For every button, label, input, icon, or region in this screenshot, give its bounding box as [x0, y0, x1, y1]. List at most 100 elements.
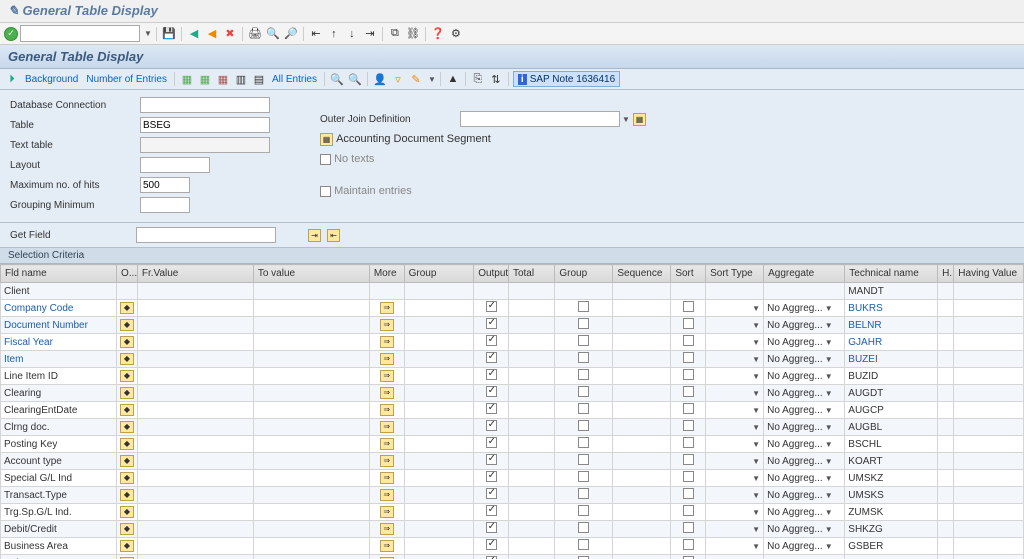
- output-chk[interactable]: [486, 335, 497, 346]
- group-chk[interactable]: [578, 369, 589, 380]
- option-icon[interactable]: ◆: [120, 421, 134, 433]
- getfield-btn2[interactable]: ⇤: [327, 229, 340, 242]
- group-cell[interactable]: [404, 351, 474, 368]
- table-row[interactable]: Transact.Type◆⇒▼No Aggreg...▼UMSKS: [1, 487, 1024, 504]
- first-page-icon[interactable]: ⇤: [308, 26, 324, 42]
- group-chk[interactable]: [578, 437, 589, 448]
- maintain-chk[interactable]: [320, 186, 331, 197]
- group-cell[interactable]: [404, 368, 474, 385]
- back-icon[interactable]: ◀: [186, 26, 202, 42]
- field-name[interactable]: Item: [4, 354, 23, 365]
- zoom-out-icon[interactable]: 🔍: [347, 71, 363, 87]
- command-input[interactable]: [20, 25, 140, 42]
- col-total[interactable]: Total: [508, 265, 554, 283]
- save-icon[interactable]: 💾: [161, 26, 177, 42]
- seq-cell[interactable]: [613, 453, 671, 470]
- getfield-btn1[interactable]: ⇥: [308, 229, 321, 242]
- output-chk[interactable]: [486, 386, 497, 397]
- group-chk[interactable]: [578, 403, 589, 414]
- shortcut-icon[interactable]: ⛓: [405, 26, 421, 42]
- more-icon[interactable]: ⇒: [380, 336, 394, 348]
- sorttype-dd[interactable]: ▼: [750, 355, 760, 364]
- table-row[interactable]: Clearing◆⇒▼No Aggreg...▼AUGDT: [1, 385, 1024, 402]
- up-icon[interactable]: ▲: [445, 71, 461, 87]
- table-row[interactable]: Clrng doc.◆⇒▼No Aggreg...▼AUGBL: [1, 419, 1024, 436]
- table-row[interactable]: Document Number◆⇒▼No Aggreg...▼BELNR: [1, 317, 1024, 334]
- more-icon[interactable]: ⇒: [380, 421, 394, 433]
- agg-dd[interactable]: ▼: [823, 423, 833, 432]
- table-row[interactable]: ClientMANDT: [1, 283, 1024, 300]
- sort-chk[interactable]: [683, 386, 694, 397]
- cancel-icon[interactable]: ✖: [222, 26, 238, 42]
- find-icon[interactable]: 🔍: [265, 26, 281, 42]
- tb-icon-3[interactable]: ▦: [215, 71, 231, 87]
- tovalue-cell[interactable]: [253, 402, 369, 419]
- group-chk[interactable]: [578, 318, 589, 329]
- agg-dd[interactable]: ▼: [823, 491, 833, 500]
- group-chk[interactable]: [578, 335, 589, 346]
- agg-dd[interactable]: ▼: [823, 372, 833, 381]
- background-link[interactable]: Background: [22, 74, 81, 85]
- table-row[interactable]: Account type◆⇒▼No Aggreg...▼KOART: [1, 453, 1024, 470]
- sort-chk[interactable]: [683, 488, 694, 499]
- option-icon[interactable]: ◆: [120, 370, 134, 382]
- sort-chk[interactable]: [683, 318, 694, 329]
- command-dropdown[interactable]: ▼: [142, 29, 152, 38]
- group-chk[interactable]: [578, 301, 589, 312]
- tovalue-cell[interactable]: [253, 334, 369, 351]
- agg-dd[interactable]: ▼: [823, 406, 833, 415]
- group-cell[interactable]: [404, 283, 474, 300]
- frvalue-cell[interactable]: [137, 385, 253, 402]
- sort-chk[interactable]: [683, 301, 694, 312]
- option-icon[interactable]: ◆: [120, 387, 134, 399]
- tovalue-cell[interactable]: [253, 300, 369, 317]
- option-icon[interactable]: ◆: [120, 506, 134, 518]
- tovalue-cell[interactable]: [253, 436, 369, 453]
- exit-icon[interactable]: ◀: [204, 26, 220, 42]
- sort-chk[interactable]: [683, 454, 694, 465]
- tovalue-cell[interactable]: [253, 317, 369, 334]
- edit-icon2[interactable]: ✎: [408, 71, 424, 87]
- col-fr[interactable]: Fr.Value: [137, 265, 253, 283]
- help-icon[interactable]: ❓: [430, 26, 446, 42]
- sorttype-dd[interactable]: ▼: [750, 338, 760, 347]
- frvalue-cell[interactable]: [137, 368, 253, 385]
- all-entries-icon[interactable]: ▤: [251, 71, 267, 87]
- seq-cell[interactable]: [613, 538, 671, 555]
- table-row[interactable]: Company Code◆⇒▼No Aggreg...▼BUKRS: [1, 300, 1024, 317]
- table-row[interactable]: Trdg Part.BA◆⇒▼No Aggreg...▼PARGB: [1, 555, 1024, 559]
- frvalue-cell[interactable]: [137, 419, 253, 436]
- group-cell[interactable]: [404, 402, 474, 419]
- output-chk[interactable]: [486, 522, 497, 533]
- sort-chk[interactable]: [683, 505, 694, 516]
- ok-button[interactable]: ✓: [4, 27, 18, 41]
- group-cell[interactable]: [404, 453, 474, 470]
- agg-dd[interactable]: ▼: [823, 474, 833, 483]
- next-page-icon[interactable]: ↓: [344, 26, 360, 42]
- sorttype-dd[interactable]: ▼: [750, 423, 760, 432]
- seq-cell[interactable]: [613, 385, 671, 402]
- frvalue-cell[interactable]: [137, 317, 253, 334]
- seq-cell[interactable]: [613, 334, 671, 351]
- more-icon[interactable]: ⇒: [380, 353, 394, 365]
- tovalue-cell[interactable]: [253, 555, 369, 559]
- more-icon[interactable]: ⇒: [380, 302, 394, 314]
- seq-cell[interactable]: [613, 300, 671, 317]
- sorttype-dd[interactable]: ▼: [750, 542, 760, 551]
- frvalue-cell[interactable]: [137, 436, 253, 453]
- seq-cell[interactable]: [613, 419, 671, 436]
- sort-chk[interactable]: [683, 352, 694, 363]
- table-row[interactable]: Special G/L Ind◆⇒▼No Aggreg...▼UMSKZ: [1, 470, 1024, 487]
- maxhits-input[interactable]: [140, 177, 190, 193]
- seq-cell[interactable]: [613, 504, 671, 521]
- sorttype-dd[interactable]: ▼: [750, 321, 760, 330]
- agg-dd[interactable]: ▼: [823, 321, 833, 330]
- agg-dd[interactable]: ▼: [823, 525, 833, 534]
- agg-dd[interactable]: ▼: [823, 542, 833, 551]
- tovalue-cell[interactable]: [253, 487, 369, 504]
- tb-icon-4[interactable]: ▥: [233, 71, 249, 87]
- output-chk[interactable]: [486, 318, 497, 329]
- output-chk[interactable]: [486, 471, 497, 482]
- more-icon[interactable]: ⇒: [380, 472, 394, 484]
- option-icon[interactable]: ◆: [120, 404, 134, 416]
